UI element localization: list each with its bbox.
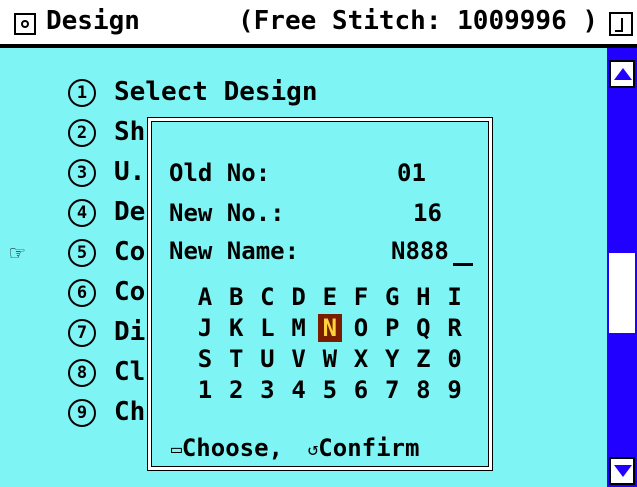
confirm-icon: ↺: [307, 438, 319, 460]
menu-label: Select Design: [114, 77, 318, 107]
menu-label: Ch: [114, 397, 146, 427]
scroll-up-button[interactable]: [609, 60, 635, 88]
new-no-value[interactable]: 16: [413, 199, 442, 227]
title-bar: Design (Free Stitch: 1009996 ): [0, 0, 637, 48]
scroll-down-button[interactable]: [609, 457, 635, 485]
key-h[interactable]: H: [411, 283, 435, 311]
menu-number: 1: [68, 79, 96, 107]
key-2[interactable]: 2: [224, 376, 248, 404]
key-a[interactable]: A: [193, 283, 217, 311]
menu-label: U.: [114, 157, 146, 187]
key-5[interactable]: 5: [318, 376, 342, 404]
menu-label: Co: [114, 277, 146, 307]
hint-bar: ▭Choose, ↺Confirm: [171, 434, 419, 462]
key-7[interactable]: 7: [380, 376, 404, 404]
arrow-down-icon: [614, 465, 632, 477]
key-m[interactable]: M: [287, 314, 311, 342]
key-0[interactable]: 0: [443, 345, 467, 373]
key-k[interactable]: K: [224, 314, 248, 342]
menu-number: 6: [68, 279, 96, 307]
menu-label: Di: [114, 317, 146, 347]
rename-dialog: Old No: 01 New No.: 16 New Name: N888 AB…: [148, 118, 492, 470]
menu-number: 3: [68, 159, 96, 187]
menu-number: 2: [68, 119, 96, 147]
key-s[interactable]: S: [193, 345, 217, 373]
new-no-label: New No.:: [169, 199, 285, 227]
key-n[interactable]: N: [317, 314, 342, 342]
key-r[interactable]: R: [443, 314, 467, 342]
old-no-value: 01: [397, 159, 426, 187]
key-g[interactable]: G: [380, 283, 404, 311]
design-icon: [14, 13, 36, 35]
menu-label: Co: [114, 237, 146, 267]
key-t[interactable]: T: [224, 345, 248, 373]
arrow-up-icon: [614, 68, 632, 80]
menu-number: 5: [68, 239, 96, 267]
hand-pointer-icon: ☞: [10, 239, 25, 267]
menu-number: 7: [68, 319, 96, 347]
key-y[interactable]: Y: [380, 345, 404, 373]
key-d[interactable]: D: [287, 283, 311, 311]
key-f[interactable]: F: [349, 283, 373, 311]
menu-number: 4: [68, 199, 96, 227]
menu-number: 9: [68, 399, 96, 427]
key-q[interactable]: Q: [411, 314, 435, 342]
key-e[interactable]: E: [318, 283, 342, 311]
free-stitch-info: (Free Stitch: 1009996 ): [238, 6, 599, 36]
key-w[interactable]: W: [318, 345, 342, 373]
key-i[interactable]: I: [443, 283, 467, 311]
new-name-label: New Name:: [169, 237, 300, 265]
menu-number: 8: [68, 359, 96, 387]
key-8[interactable]: 8: [411, 376, 435, 404]
text-cursor: [453, 263, 473, 266]
key-o[interactable]: O: [349, 314, 373, 342]
key-p[interactable]: P: [380, 314, 404, 342]
page-title: Design: [46, 6, 140, 36]
choose-icon: ▭: [171, 438, 182, 460]
old-no-label: Old No:: [169, 159, 271, 187]
key-1[interactable]: 1: [193, 376, 217, 404]
key-6[interactable]: 6: [349, 376, 373, 404]
key-u[interactable]: U: [255, 345, 279, 373]
key-l[interactable]: L: [255, 314, 279, 342]
key-3[interactable]: 3: [255, 376, 279, 404]
key-c[interactable]: C: [255, 283, 279, 311]
new-name-input[interactable]: N888: [391, 237, 449, 265]
key-j[interactable]: J: [193, 314, 217, 342]
key-4[interactable]: 4: [287, 376, 311, 404]
scrollbar[interactable]: [607, 48, 637, 487]
key-v[interactable]: V: [287, 345, 311, 373]
menu-label: Sh: [114, 117, 146, 147]
hint-choose: Choose,: [181, 434, 283, 462]
scroll-thumb[interactable]: [609, 253, 635, 333]
menu-icon[interactable]: [609, 12, 633, 36]
key-9[interactable]: 9: [443, 376, 467, 404]
key-z[interactable]: Z: [411, 345, 435, 373]
key-x[interactable]: X: [349, 345, 373, 373]
menu-label: Cl: [114, 357, 146, 387]
hint-confirm: Confirm: [318, 434, 420, 462]
key-b[interactable]: B: [224, 283, 248, 311]
menu-label: De: [114, 197, 146, 227]
